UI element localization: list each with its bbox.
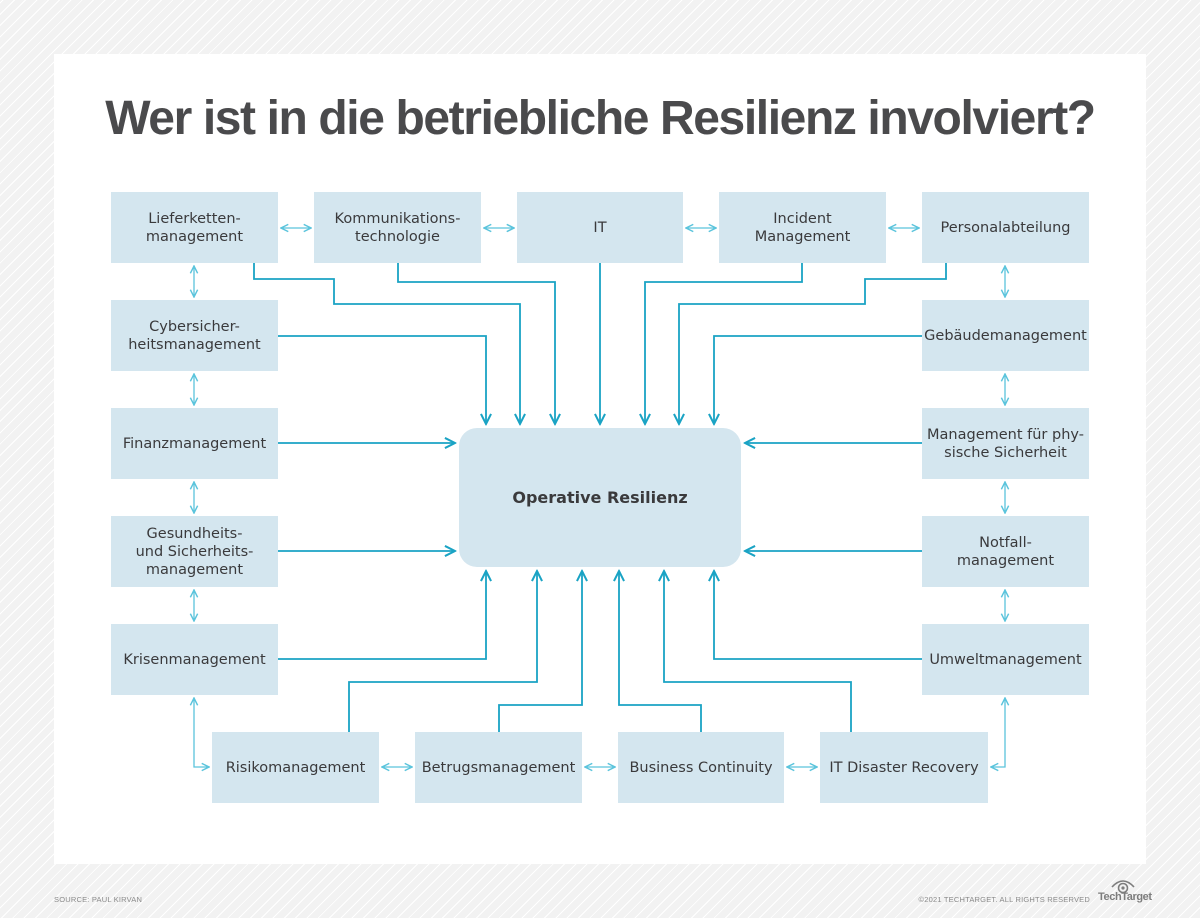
node-lieferkettenmanagement: Lieferketten- management — [111, 192, 278, 263]
connector-continuity — [619, 571, 702, 732]
connector-cyber — [278, 335, 486, 424]
node-betrugsmanagement: Betrugsmanagement — [415, 732, 582, 803]
node-physische-sicherheit: Management für phy- sische Sicherheit — [922, 408, 1089, 479]
node-finanzmanagement: Finanzmanagement — [111, 408, 278, 479]
connector-incident — [645, 263, 803, 424]
source-credit: SOURCE: PAUL KIRVAN — [54, 895, 143, 904]
connector-umwelt — [714, 571, 922, 660]
node-kommunikationstechnologie: Kommunikations- technologie — [314, 192, 481, 263]
copyright-notice: ©2021 TECHTARGET. ALL RIGHTS RESERVED — [918, 895, 1090, 904]
connector-gebaeude — [714, 335, 922, 424]
node-cybersicherheitsmanagement: Cybersicher- heitsmanagement — [111, 300, 278, 371]
node-it-disaster-recovery: IT Disaster Recovery — [820, 732, 988, 803]
peer-link — [194, 698, 209, 767]
node-krisenmanagement: Krisenmanagement — [111, 624, 278, 695]
connector-personal — [679, 263, 947, 424]
connector-risiko — [348, 571, 537, 732]
node-business-continuity: Business Continuity — [618, 732, 784, 803]
node-incident-management: Incident Management — [719, 192, 886, 263]
techtarget-logo: TechTarget — [1098, 891, 1152, 903]
node-risikomanagement: Risikomanagement — [212, 732, 379, 803]
peer-link — [991, 698, 1005, 767]
node-operative-resilienz: Operative Resilienz — [459, 428, 741, 567]
node-umweltmanagement: Umweltmanagement — [922, 624, 1089, 695]
connector-disaster — [664, 571, 852, 732]
node-personalabteilung: Personalabteilung — [922, 192, 1089, 263]
connector-lieferketten — [253, 263, 520, 424]
connector-kommunikation — [397, 263, 555, 424]
node-gesundheitsmanagement: Gesundheits- und Sicherheits- management — [111, 516, 278, 587]
connector-krisen — [278, 571, 486, 660]
node-gebaeudemanagement: Gebäudemanagement — [922, 300, 1089, 371]
node-notfallmanagement: Notfall- management — [922, 516, 1089, 587]
node-it: IT — [517, 192, 683, 263]
connector-betrug — [498, 571, 582, 732]
